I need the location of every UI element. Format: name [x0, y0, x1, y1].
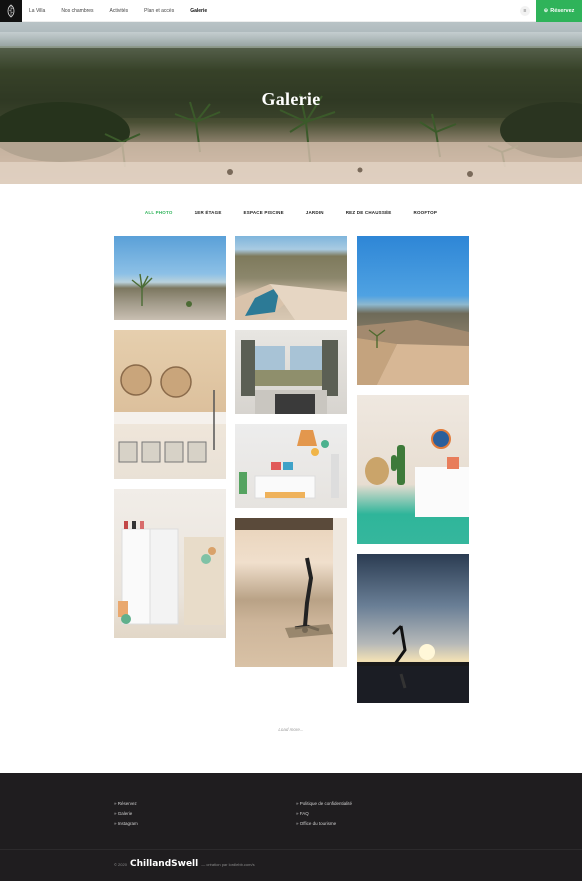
- filter-espace-piscine[interactable]: ESPACE PISCINE: [244, 210, 284, 215]
- filter-jardin[interactable]: JARDIN: [306, 210, 324, 215]
- load-more-link[interactable]: Load more...: [0, 727, 582, 732]
- nav-item-plan-acces[interactable]: Plan et accès: [144, 8, 174, 14]
- footer-link-galerie[interactable]: » Galerie: [114, 809, 138, 819]
- gallery-photo-sunset-pool[interactable]: [357, 554, 469, 703]
- gallery-photo-bedroom-decor[interactable]: [235, 424, 347, 508]
- site-header: La Villa Nos chambres Activités Plan et …: [0, 0, 582, 22]
- gallery-filters: ALL PHOTO 1ER ÉTAGE ESPACE PISCINE JARDI…: [0, 210, 582, 215]
- gallery-photo-rooftop[interactable]: [357, 236, 469, 385]
- nav-item-nos-chambres[interactable]: Nos chambres: [61, 8, 93, 14]
- gallery-photo-garden-view[interactable]: [114, 236, 226, 320]
- leaf-logo-icon: [7, 3, 15, 18]
- gallery-photo-pool-landscape[interactable]: [235, 236, 347, 320]
- gallery-photo-bedroom-cactus[interactable]: [357, 395, 469, 544]
- nav-item-la-villa[interactable]: La Villa: [29, 8, 45, 14]
- footer-col-2: » Politique de confidentialité » FAQ » O…: [296, 799, 352, 829]
- main-nav: La Villa Nos chambres Activités Plan et …: [29, 8, 207, 14]
- footer-link-faq[interactable]: » FAQ: [296, 809, 352, 819]
- credit-text: — création par lordlebb.com/s: [201, 861, 255, 867]
- menu-icon[interactable]: ≡: [520, 6, 530, 16]
- footer-divider: [0, 849, 582, 850]
- gallery-photo-bedroom-window[interactable]: [235, 330, 347, 414]
- gallery-photo-yoga-terrace[interactable]: [235, 518, 347, 667]
- gallery-photo-hallway[interactable]: [114, 489, 226, 638]
- footer-brand-logo[interactable]: ChillandSwell: [130, 859, 198, 869]
- reserve-button[interactable]: ⊕ Réservez: [536, 0, 582, 22]
- nav-item-galerie[interactable]: Galerie: [190, 8, 207, 14]
- footer-link-privacy[interactable]: » Politique de confidentialité: [296, 799, 352, 809]
- copyright-text: © 2020: [114, 861, 127, 867]
- filter-all-photo[interactable]: ALL PHOTO: [145, 210, 173, 215]
- hero-banner: Galerie: [0, 22, 582, 184]
- filter-rez-de-chaussee[interactable]: REZ DE CHAUSSÉE: [346, 210, 392, 215]
- footer-link-tourism[interactable]: » Office du tourisme: [296, 819, 352, 829]
- footer-link-reservez[interactable]: » Réservez: [114, 799, 138, 809]
- nav-item-activites[interactable]: Activités: [110, 8, 129, 14]
- footer-bottom: © 2020 ChillandSwell — création par lord…: [114, 859, 255, 869]
- gallery-photo-bathroom[interactable]: [114, 330, 226, 479]
- calendar-icon: ⊕: [543, 8, 549, 14]
- site-logo[interactable]: [0, 0, 22, 22]
- footer-col-1: » Réservez » Galerie » Instagram: [114, 799, 138, 829]
- reserve-label: Réservez: [550, 8, 575, 14]
- filter-rooftop[interactable]: ROOFTOP: [414, 210, 438, 215]
- filter-1er-etage[interactable]: 1ER ÉTAGE: [195, 210, 222, 215]
- footer-link-instagram[interactable]: » Instagram: [114, 819, 138, 829]
- page-title: Galerie: [261, 89, 321, 109]
- site-footer: » Réservez » Galerie » Instagram » Polit…: [0, 773, 582, 881]
